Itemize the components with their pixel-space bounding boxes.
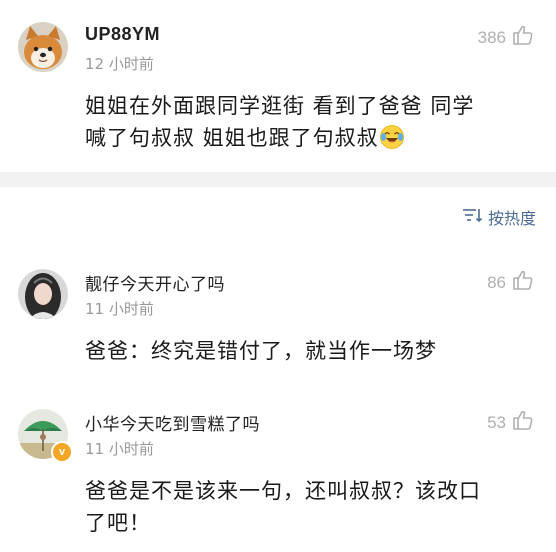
section-divider [0,172,556,187]
comment-text-line: 姐姐在外面跟同学逛街 看到了爸爸 同学 [85,94,475,118]
top-comment: UP88YM 12 小时前 386 姐姐在外面跟同学逛街 看到了爸爸 同学 喊了… [0,0,556,172]
verified-badge-icon: v [51,441,73,463]
like-count: 53 [487,412,506,432]
timestamp: 11 小时前 [85,440,154,458]
sort-by-hot-button[interactable]: 按热度 [462,205,536,229]
like-count: 86 [487,272,506,292]
comment-text-line: 爸爸是不是该来一句，还叫叔叔？该改口 [85,479,481,503]
like-button[interactable]: 86 [487,269,534,296]
shiba-dog-avatar[interactable] [18,22,68,72]
thumbs-up-icon [512,409,534,436]
username[interactable]: 靓仔今天开心了吗 [85,270,225,295]
thumbs-up-icon [512,269,534,296]
comment-text: 姐姐在外面跟同学逛街 看到了爸爸 同学 喊了句叔叔 姐姐也跟了句叔叔 [85,90,474,159]
sort-label: 按热度 [487,209,536,228]
reply-comment: v 小华今天吃到雪糕了吗 11 小时前 53 爸爸是不是该来一句，还叫叔叔？该改… [0,395,556,552]
girl-photo-avatar[interactable] [18,269,68,319]
comment-text: 爸爸是不是该来一句，还叫叔叔？该改口 了吧！ [85,475,481,539]
comment-text-line: 了吧！ [85,511,151,535]
sort-icon [462,207,484,227]
like-button[interactable]: 53 [487,409,534,436]
comment-text-line: 喊了句叔叔 姐姐也跟了句叔叔 [85,122,474,159]
username[interactable]: 小华今天吃到雪糕了吗 [85,410,260,435]
reply-comment: 靓仔今天开心了吗 11 小时前 86 爸爸：终究是错付了，就当作一场梦 [0,255,556,375]
timestamp: 12 小时前 [85,55,154,73]
timestamp: 11 小时前 [85,300,154,318]
username[interactable]: UP88YM [85,24,160,45]
like-button[interactable]: 386 [478,24,534,51]
laughing-crying-emoji-icon [379,124,405,159]
like-count: 386 [477,27,506,47]
thumbs-up-icon [512,24,534,51]
comment-text: 爸爸：终究是错付了，就当作一场梦 [85,339,437,363]
